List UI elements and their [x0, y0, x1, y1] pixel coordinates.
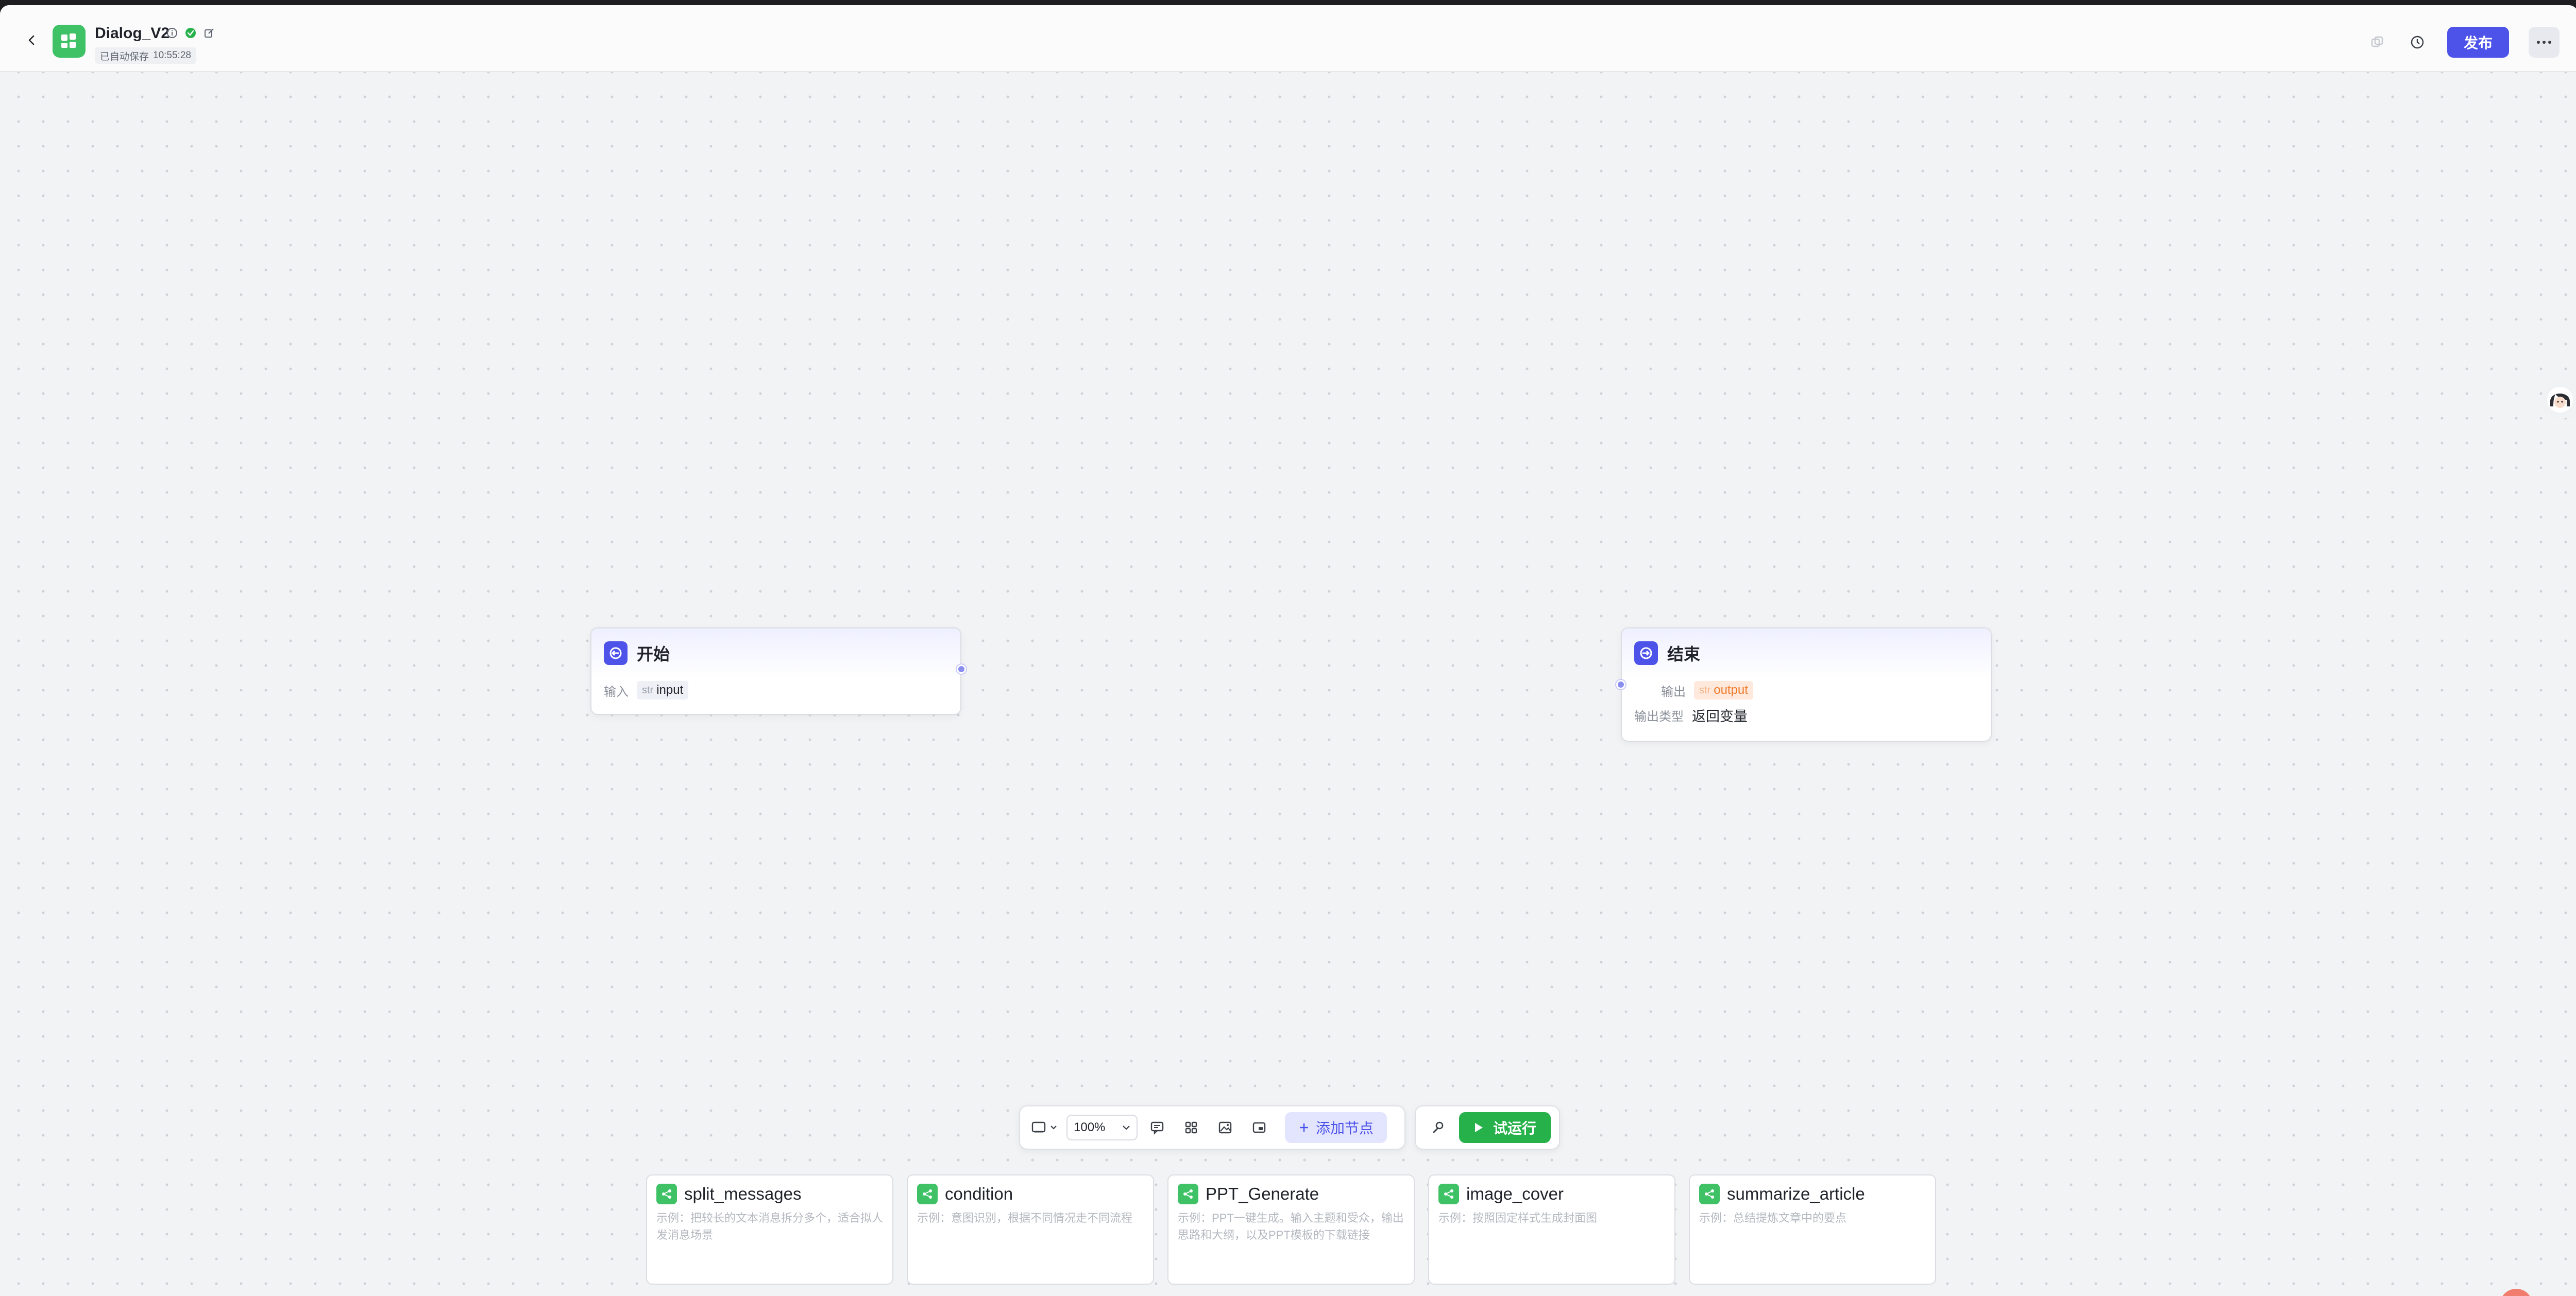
screen-fit-icon [1252, 1122, 1266, 1133]
input-name: input [656, 683, 684, 697]
more-button[interactable] [2529, 27, 2560, 58]
output-variable-tag: str output [1694, 681, 1753, 700]
end-icon [1634, 641, 1658, 665]
end-node[interactable]: 结束 输出 str output 输出类型 返回变量 [1616, 627, 1992, 742]
example-title: condition [945, 1184, 1013, 1203]
example-title: split_messages [684, 1184, 802, 1203]
play-icon [1475, 1123, 1483, 1132]
example-card[interactable]: image_cover 示例：按照固定样式生成封面图 [1428, 1174, 1675, 1285]
input-type: str [642, 684, 654, 696]
workflow-icon [1438, 1184, 1459, 1204]
example-description: 示例：PPT一键生成。输入主题和受众，输出思路和大纲，以及PPT模板的下载链接 [1178, 1212, 1404, 1241]
debug-tool-button[interactable] [1423, 1113, 1452, 1142]
title-actions [166, 27, 215, 39]
example-title: PPT_Generate [1206, 1184, 1319, 1203]
interaction-mode-button[interactable] [1027, 1113, 1061, 1142]
chevron-down-icon [1123, 1126, 1130, 1130]
top-bar: Dialog_V2 已自动保存 10:55:28 发布 [0, 5, 2576, 72]
start-input-row: 输入 str input [591, 678, 960, 703]
history-icon [2411, 36, 2424, 49]
grid-layout-icon [1185, 1121, 1197, 1134]
example-card[interactable]: condition 示例：意图识别，根据不同情况走不同流程 [907, 1174, 1154, 1285]
output-type: str [1699, 684, 1711, 696]
input-variable-tag: str input [637, 681, 689, 700]
auto-layout-button[interactable] [1177, 1113, 1206, 1142]
back-button[interactable] [23, 31, 41, 49]
copy-icon [2371, 36, 2383, 47]
start-icon [604, 641, 628, 665]
example-card[interactable]: PPT_Generate 示例：PPT一键生成。输入主题和受众，输出思路和大纲，… [1167, 1174, 1415, 1285]
edit-icon[interactable] [203, 27, 215, 39]
test-run-label: 试运行 [1493, 1120, 1537, 1136]
autosave-label: 已自动保存 [100, 51, 149, 62]
info-icon[interactable] [166, 27, 178, 39]
autosave-time: 10:55:28 [153, 50, 191, 61]
end-output-row: 输出 str output [1622, 678, 1991, 703]
trackpad-icon [1031, 1121, 1046, 1133]
example-card[interactable]: summarize_article 示例：总结提炼文章中的要点 [1689, 1174, 1936, 1285]
zoom-value: 100% [1074, 1120, 1106, 1134]
end-node-header: 结束 [1622, 628, 1991, 678]
test-run-button[interactable]: 试运行 [1459, 1112, 1551, 1143]
start-node-header: 开始 [591, 628, 960, 678]
workflow-icon [917, 1184, 938, 1204]
avatar-icon [2547, 387, 2573, 413]
comment-button[interactable] [1143, 1113, 1172, 1142]
example-title: image_cover [1466, 1184, 1564, 1203]
header-actions: 发布 [2367, 27, 2560, 58]
example-description: 示例：把较长的文本消息拆分多个，适合拟人发消息场景 [656, 1212, 884, 1241]
example-description: 示例：按照固定样式生成封面图 [1438, 1212, 1598, 1224]
example-card[interactable]: split_messages 示例：把较长的文本消息拆分多个，适合拟人发消息场景 [646, 1174, 893, 1285]
history-button[interactable] [2407, 32, 2428, 53]
input-label: 输入 [604, 685, 629, 699]
start-node-title: 开始 [637, 645, 670, 663]
example-title: summarize_article [1727, 1184, 1865, 1203]
fit-view-button[interactable] [1245, 1113, 1274, 1142]
plus-icon [1300, 1123, 1308, 1132]
chevron-down-icon [1050, 1126, 1057, 1130]
more-dots-icon [2537, 41, 2551, 44]
end-input-port[interactable] [1616, 680, 1625, 689]
workflow-icon [1178, 1184, 1198, 1204]
add-node-label: 添加节点 [1316, 1120, 1374, 1136]
published-check-icon [184, 27, 197, 39]
workflow-icon [1699, 1184, 1720, 1204]
start-node[interactable]: 开始 输入 str input [590, 627, 966, 715]
start-output-port[interactable] [957, 664, 966, 674]
output-label: 输出 [1661, 685, 1686, 699]
copy-button[interactable] [2367, 32, 2387, 53]
end-output-type-row: 输出类型 返回变量 [1622, 703, 1991, 727]
assistant-avatar[interactable] [2541, 381, 2576, 418]
output-name: output [1714, 683, 1748, 697]
workflow-logo-icon [53, 25, 86, 58]
example-description: 示例：总结提炼文章中的要点 [1699, 1212, 1847, 1224]
comment-icon [1150, 1121, 1164, 1135]
canvas-toolbar: 100% 添加节点 [1019, 1105, 1405, 1150]
workflow-title: Dialog_V2 [95, 25, 170, 42]
chevron-left-icon [28, 35, 35, 45]
publish-button[interactable]: 发布 [2447, 27, 2509, 58]
image-icon [1218, 1121, 1232, 1134]
autosave-status: 已自动保存 10:55:28 [95, 47, 196, 64]
zoom-select[interactable]: 100% [1066, 1115, 1138, 1140]
run-toolbar: 试运行 [1415, 1105, 1560, 1150]
workflow-editor: Dialog_V2 已自动保存 10:55:28 发布 开始 输入 str in… [0, 5, 2576, 1296]
minimap-button[interactable] [1211, 1113, 1240, 1142]
output-type-value: 返回变量 [1692, 708, 1748, 724]
wrench-icon [1433, 1121, 1444, 1133]
add-node-button[interactable]: 添加节点 [1285, 1112, 1387, 1143]
end-node-title: 结束 [1667, 645, 1701, 663]
example-description: 示例：意图识别，根据不同情况走不同流程 [917, 1212, 1133, 1224]
workflow-icon [656, 1184, 677, 1204]
output-type-label: 输出类型 [1634, 709, 1684, 724]
user-avatar[interactable] [2500, 1289, 2533, 1296]
